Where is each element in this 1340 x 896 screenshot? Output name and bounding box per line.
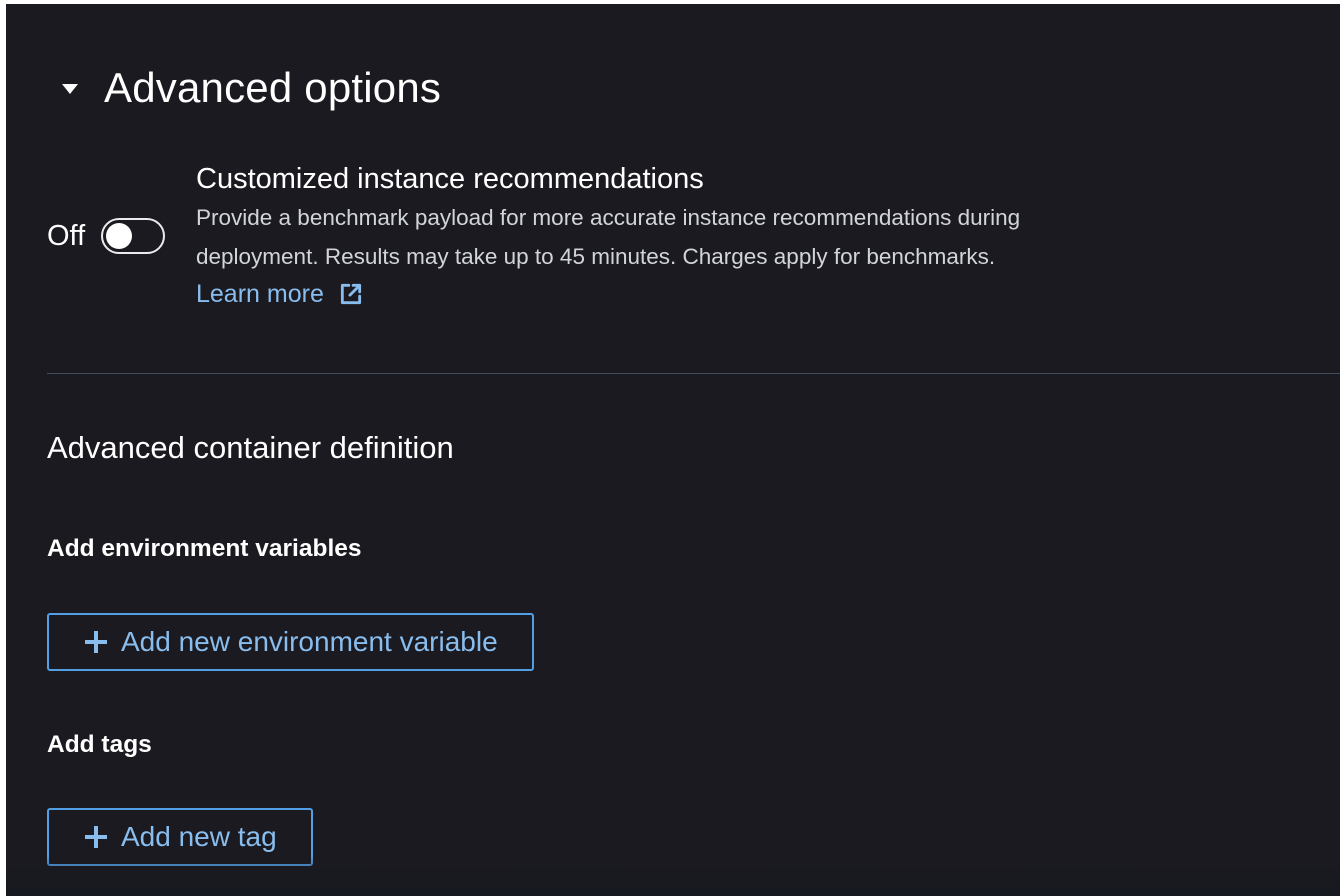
bottom-shade bbox=[6, 856, 1340, 896]
description-line-2: deployment. Results may take up to 45 mi… bbox=[196, 244, 996, 269]
env-vars-label: Add environment variables bbox=[47, 535, 362, 562]
add-tag-label: Add new tag bbox=[121, 821, 277, 852]
toggle-state-label: Off bbox=[47, 219, 86, 252]
learn-more-label: Learn more bbox=[196, 280, 324, 308]
plus-icon bbox=[85, 826, 107, 848]
caret-down-icon[interactable] bbox=[62, 84, 78, 94]
section-title: Advanced options bbox=[104, 64, 442, 111]
section-divider bbox=[47, 373, 1340, 374]
add-environment-variable-label: Add new environment variable bbox=[121, 626, 498, 657]
learn-more-link[interactable]: Learn more bbox=[196, 274, 364, 314]
recommendations-description-block: Customized instance recommendations Prov… bbox=[196, 160, 1316, 314]
description-line-1: Provide a benchmark payload for more acc… bbox=[196, 205, 1021, 230]
external-link-icon bbox=[340, 283, 361, 305]
add-environment-variable-button[interactable]: Add new environment variable bbox=[47, 613, 534, 671]
recommendations-toggle[interactable] bbox=[101, 218, 166, 254]
recommendations-description: Provide a benchmark payload for more acc… bbox=[196, 198, 1316, 276]
advanced-options-header[interactable]: Advanced options bbox=[62, 64, 441, 112]
toggle-knob bbox=[106, 223, 133, 249]
container-definition-heading: Advanced container definition bbox=[47, 430, 454, 465]
recommendations-toggle-row: Off bbox=[47, 218, 166, 254]
tags-label: Add tags bbox=[47, 731, 152, 758]
recommendations-title: Customized instance recommendations bbox=[196, 163, 704, 195]
advanced-options-panel: Advanced options Off Customized instance… bbox=[6, 4, 1340, 896]
plus-icon bbox=[85, 631, 107, 653]
